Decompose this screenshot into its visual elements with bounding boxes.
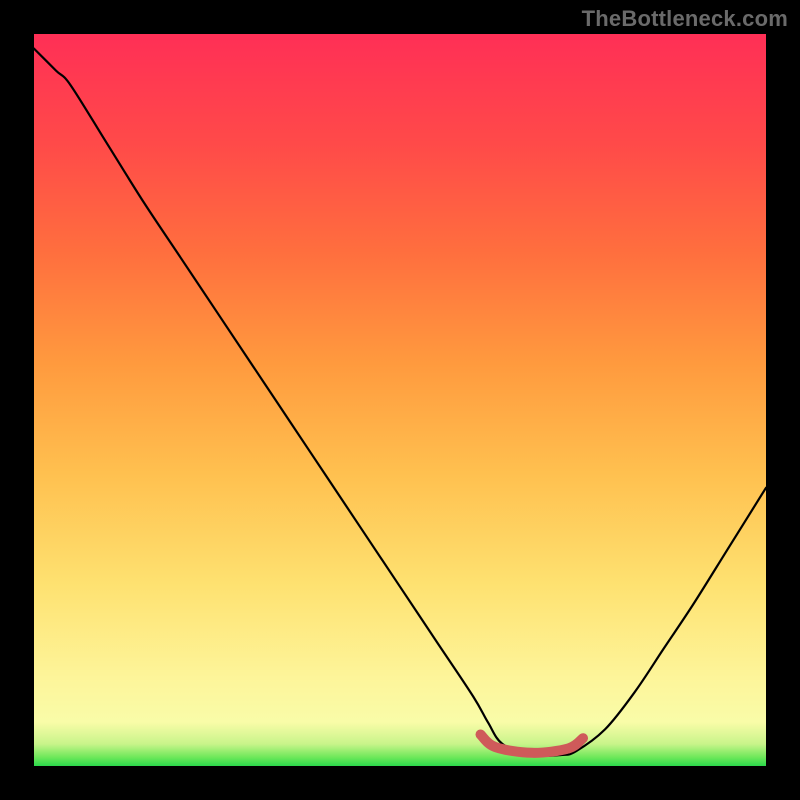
bottleneck-curve xyxy=(34,49,766,756)
chart-frame: TheBottleneck.com xyxy=(0,0,800,800)
chart-plot-area xyxy=(34,34,766,766)
chart-svg xyxy=(34,34,766,766)
watermark-text: TheBottleneck.com xyxy=(582,6,788,32)
